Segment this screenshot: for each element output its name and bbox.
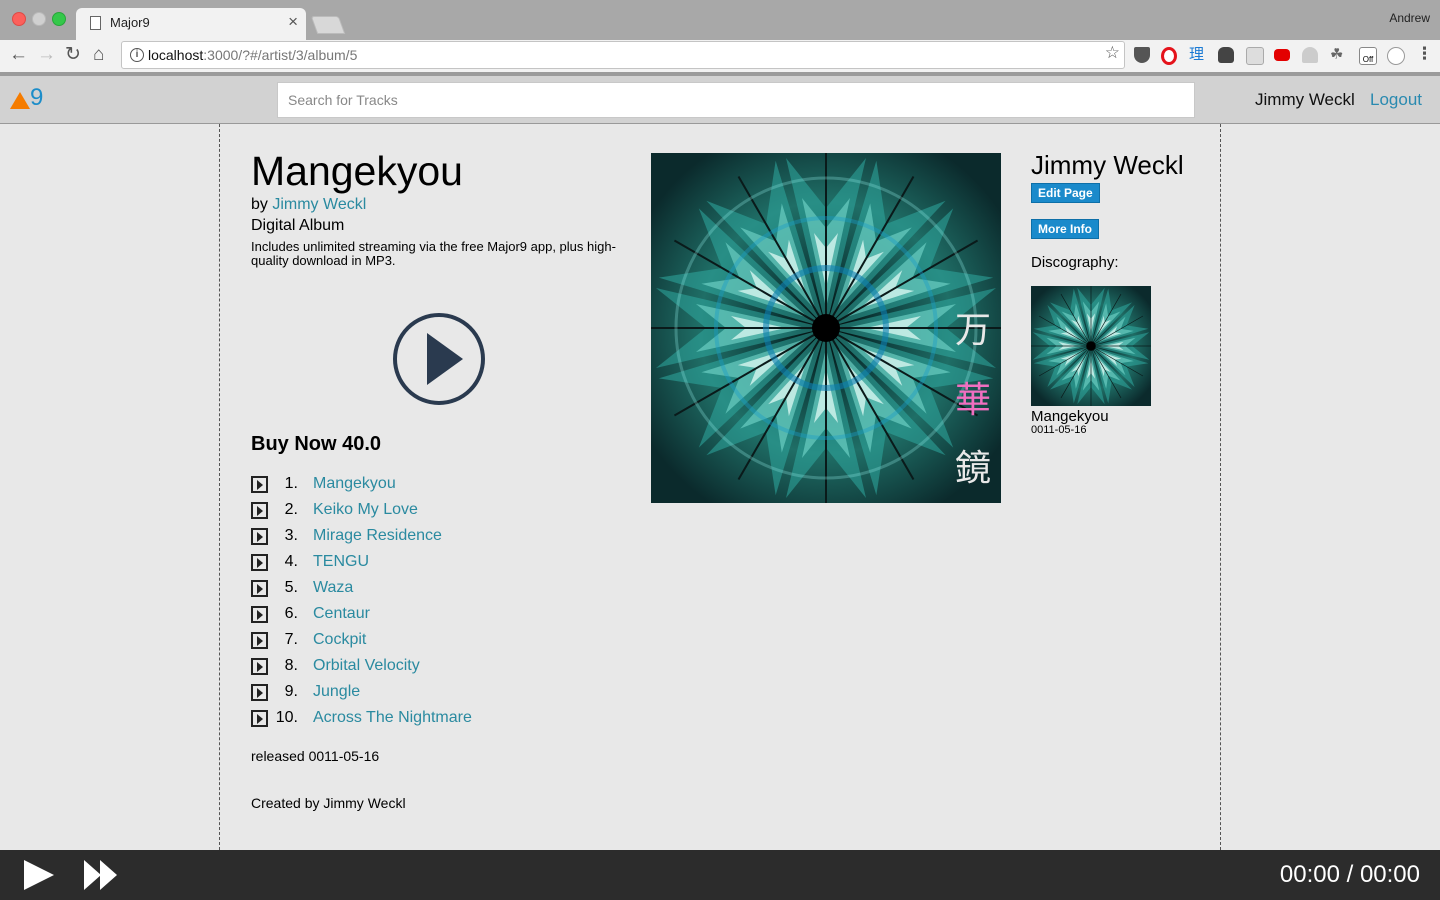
buy-now-button[interactable]: Buy Now 40.0 [251,433,381,456]
track-play-icon[interactable] [251,476,268,493]
browser-tab-bar: Major9 × Andrew [0,0,1440,40]
edit-page-button[interactable]: Edit Page [1031,183,1100,203]
track-number: 3. [284,527,298,544]
puzzle-extension-icon[interactable]: ☘ [1330,47,1343,63]
track-number: 8. [284,657,298,674]
play-icon[interactable] [24,860,54,890]
browser-tab-major9[interactable]: Major9 × [76,8,306,40]
maximize-window-button[interactable] [52,12,66,26]
track-title-link[interactable]: Mirage Residence [313,527,442,545]
track-title-link[interactable]: Across The Nightmare [313,709,472,727]
bookmark-star-icon[interactable]: ☆ [1105,43,1120,63]
track-title-link[interactable]: Orbital Velocity [313,657,420,675]
minimize-window-button[interactable] [32,12,46,26]
track-number: 1. [284,475,298,492]
track-play-icon[interactable] [251,684,268,701]
album-format: Digital Album [251,217,345,234]
track-number: 6. [284,605,298,622]
track-play-icon[interactable] [251,528,268,545]
ghostery-extension-icon[interactable] [1218,47,1234,63]
profile-name[interactable]: Andrew [1389,11,1430,25]
home-icon[interactable]: ⌂ [93,43,104,67]
app-header: 9 Jimmy Weckl Logout [0,76,1440,124]
track-number: 7. [284,631,298,648]
cover-glyph: 万 [954,310,991,351]
track-title-link[interactable]: TENGU [313,553,369,571]
album-page: Mangekyou by Jimmy Weckl Digital Album I… [219,124,1221,850]
video-extension-icon[interactable] [1274,49,1290,61]
track-number: 5. [284,579,298,596]
release-date: released 0011-05-16 [251,748,380,764]
track-number: 2. [284,501,298,518]
track-play-icon[interactable] [251,580,268,597]
off-extension-icon[interactable]: Off [1359,47,1377,65]
track-play-icon[interactable] [251,606,268,623]
page-icon [90,16,101,30]
discography-album-thumbnail[interactable] [1031,286,1151,406]
circle-extension-icon[interactable] [1387,47,1405,65]
address-bar[interactable]: i localhost:3000/?#/artist/3/album/5 ☆ [121,41,1125,69]
album-by-line: by Jimmy Weckl [251,196,366,214]
more-info-button[interactable]: More Info [1031,219,1099,239]
album-artist-link[interactable]: Jimmy Weckl [272,196,366,213]
close-window-button[interactable] [12,12,26,26]
track-play-icon[interactable] [251,554,268,571]
major9-logo[interactable]: 9 [10,84,50,111]
header-user-name[interactable]: Jimmy Weckl [1255,90,1355,110]
logo-triangle-icon [10,92,30,109]
discography-album-date: 0011-05-16 [1031,424,1087,436]
created-by: Created by Jimmy Weckl [251,795,406,811]
kaleidoscope-thumb-art [1031,286,1151,406]
track-number: 4. [284,553,298,570]
play-icon [427,333,463,385]
album-cover-image: 万 華 鏡 [651,153,1001,503]
opera-extension-icon[interactable] [1161,47,1177,65]
discography-label: Discography: [1031,254,1119,271]
browser-menu-icon[interactable]: ⋮ [1416,44,1433,64]
cover-glyph: 華 [954,380,991,421]
album-description: Includes unlimited streaming via the fre… [251,239,616,268]
by-prefix: by [251,196,273,213]
logo-text: 9 [30,84,44,111]
back-arrow-icon[interactable]: ← [9,43,28,67]
tab-close-icon[interactable]: × [288,12,298,32]
track-play-icon[interactable] [251,502,268,519]
track-play-icon[interactable] [251,632,268,649]
dictionary-extension-icon[interactable]: 理 [1189,47,1204,63]
site-info-icon[interactable]: i [130,48,144,62]
logout-link[interactable]: Logout [1370,90,1422,110]
pocket-extension-icon[interactable] [1134,47,1150,63]
album-title: Mangekyou [251,148,463,194]
kaleidoscope-art [651,153,1001,503]
tab-title: Major9 [110,15,150,30]
discography-album-title[interactable]: Mangekyou [1031,408,1109,425]
fast-forward-icon[interactable] [84,860,120,890]
track-number: 9. [284,683,298,700]
url-text[interactable]: localhost:3000/?#/artist/3/album/5 [148,47,357,63]
playback-time: 00:00 / 00:00 [1279,861,1420,888]
track-title-link[interactable]: Waza [313,579,353,597]
search-tracks-input[interactable] [277,82,1195,118]
sidebar-artist-name[interactable]: Jimmy Weckl [1031,150,1184,181]
chat-extension-icon[interactable] [1246,47,1264,65]
drive-extension-icon[interactable] [1302,47,1318,63]
track-title-link[interactable]: Jungle [313,683,360,701]
track-play-icon[interactable] [251,710,268,727]
track-title-link[interactable]: Mangekyou [313,475,396,493]
track-play-icon[interactable] [251,658,268,675]
track-title-link[interactable]: Centaur [313,605,370,623]
new-tab-button[interactable] [310,16,346,34]
reload-icon[interactable]: ↻ [65,43,81,67]
cover-glyph: 鏡 [954,448,991,489]
track-number: 10. [275,709,298,726]
browser-toolbar: ← → ↻ ⌂ i localhost:3000/?#/artist/3/alb… [0,40,1440,72]
player-bar: 00:00 / 00:00 [0,850,1440,900]
track-title-link[interactable]: Cockpit [313,631,366,649]
forward-arrow-icon[interactable]: → [37,43,56,67]
track-title-link[interactable]: Keiko My Love [313,501,418,519]
album-play-button[interactable] [393,313,485,405]
